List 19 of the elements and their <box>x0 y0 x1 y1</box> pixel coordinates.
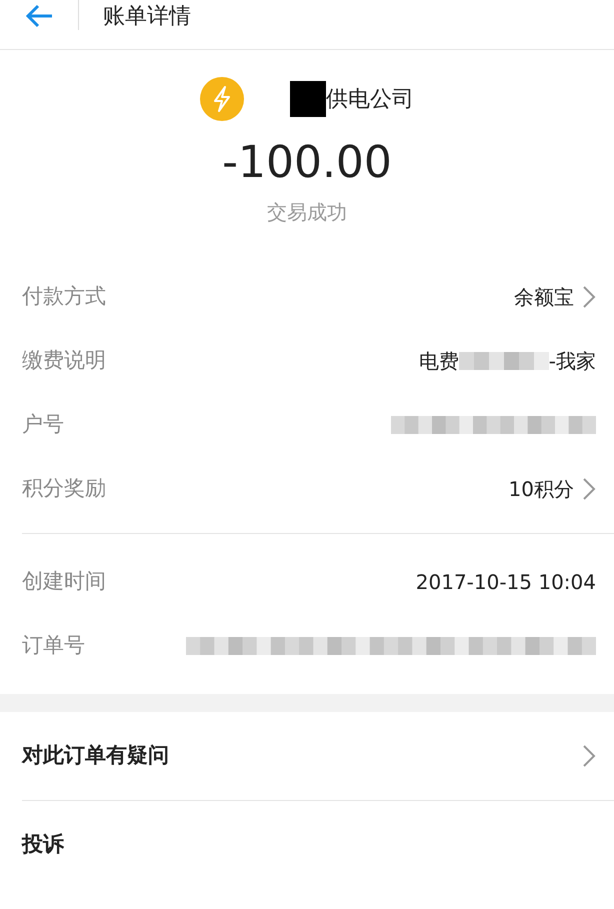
detail-label: 订单号 <box>22 632 85 660</box>
lightning-icon <box>200 77 244 121</box>
merchant-name: 供电公司 <box>326 86 414 114</box>
detail-value: 2017-10-15 10:04 <box>416 569 596 596</box>
detail-label: 户号 <box>22 411 64 438</box>
page-title: 账单详情 <box>103 3 191 31</box>
detail-label: 付款方式 <box>22 283 106 310</box>
detail-label: 积分奖励 <box>22 475 106 502</box>
detail-value: 余额宝 <box>514 284 574 311</box>
detail-value: 电费 <box>418 348 459 375</box>
amount: -100.00 <box>222 136 392 190</box>
detail-label: 缴费说明 <box>22 347 106 374</box>
action-row[interactable]: 对此订单有疑问 <box>22 712 614 800</box>
detail-label: 创建时间 <box>22 568 106 596</box>
back-arrow-icon[interactable] <box>24 4 54 28</box>
transaction-status: 交易成功 <box>267 199 347 226</box>
detail-value: 10积分 <box>508 476 574 503</box>
detail-value: -我家 <box>548 348 596 375</box>
action-row[interactable]: 投诉 <box>22 800 614 888</box>
